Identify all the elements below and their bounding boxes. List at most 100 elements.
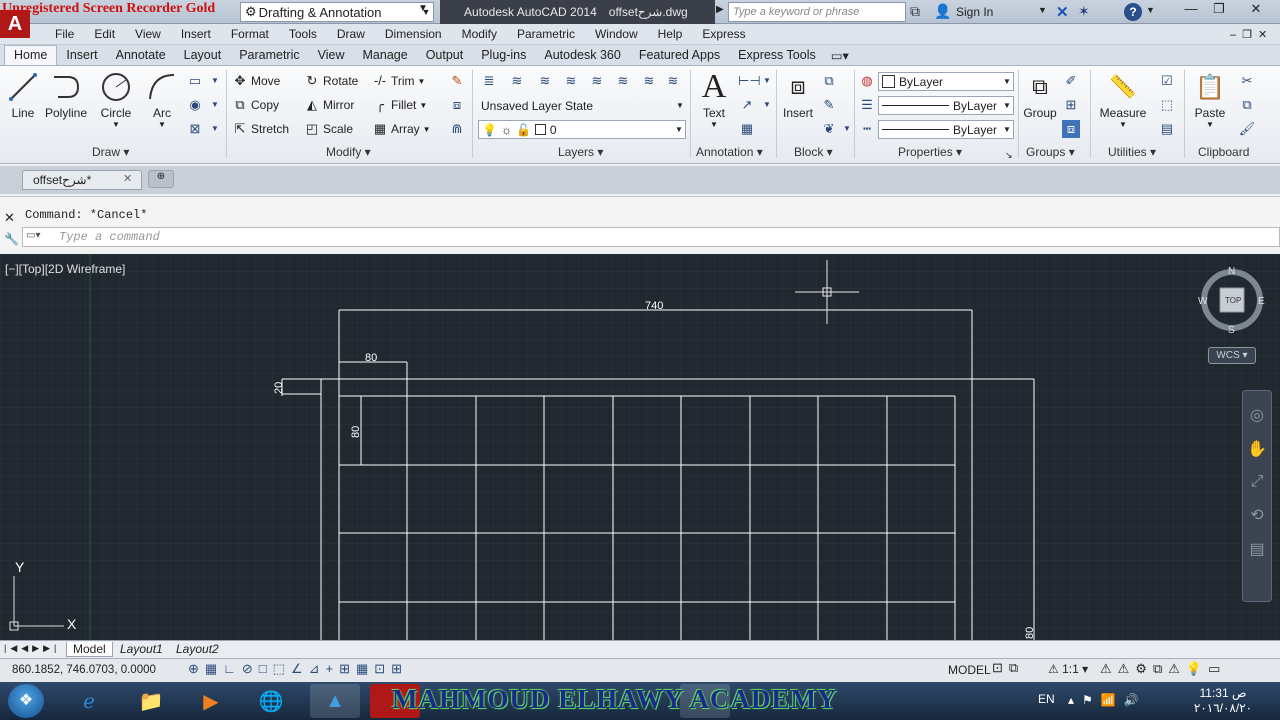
polyline-button[interactable]: Polyline [44,70,88,120]
menu-edit[interactable]: Edit [94,27,115,41]
hatch-icon[interactable]: ◉ [186,96,204,114]
tab-plug-ins[interactable]: Plug-ins [472,46,535,65]
layer-icon[interactable]: ≋ [536,72,554,90]
create-block-icon[interactable]: ⧉ [820,72,838,90]
select-all-icon[interactable]: ⬚ [1158,96,1176,114]
chevron-down-icon[interactable]: ▼ [206,96,224,114]
media-player-icon[interactable]: ▶ [186,684,236,718]
steering-wheel-icon[interactable]: ◎ [1243,405,1271,425]
paste-button[interactable]: 📋 Paste ▼ [1190,70,1230,130]
move-button[interactable]: ✥ Move [232,71,281,91]
offset-icon[interactable]: ⋒ [448,120,466,138]
new-tab-button[interactable]: ⊕ [148,170,174,188]
tab-parametric[interactable]: Parametric [230,46,308,65]
wcs-menu[interactable]: WCS ▾ [1208,347,1256,364]
modify-panel-title[interactable]: Modify ▾ [326,145,371,159]
attribute-icon[interactable]: ❦ [820,120,838,138]
workspace-selector[interactable]: ⚙ Drafting & Annotation ▼ [240,2,434,22]
quick-view-icons[interactable]: ⊡⧉ [992,660,1024,676]
close-button[interactable]: ✕ [1238,0,1274,20]
language-indicator[interactable]: EN [1038,692,1055,706]
insert-button[interactable]: ⧈ Insert [780,70,816,120]
sign-in-link[interactable]: Sign In [956,5,993,19]
color-select[interactable]: ByLayer ▼ [878,72,1014,91]
menu-view[interactable]: View [135,27,161,41]
fillet-button[interactable]: ╭ Fillet ▼ [372,95,427,115]
tab-model[interactable]: Model [66,642,113,657]
wrench-icon[interactable]: 🔧 [4,232,19,246]
drawing-canvas[interactable]: 740 80 20 80 80 Y X [0,254,1280,640]
properties-panel-title[interactable]: Properties ▾ [898,145,962,159]
menu-parametric[interactable]: Parametric [517,27,575,41]
group-selection-icon[interactable]: ⧈ [1062,120,1080,138]
layer-properties-icon[interactable]: ≣ [480,72,498,90]
layer-state-select[interactable]: Unsaved Layer State ▼ [478,96,686,115]
annotation-scale[interactable]: ⚠ 1:1 ▾ [1048,662,1088,676]
rectangle-icon[interactable]: ▭ [186,72,204,90]
chrome-icon[interactable]: 🌐 [246,684,296,718]
tab-annotate[interactable]: Annotate [107,46,175,65]
layer-icon[interactable]: ≋ [614,72,632,90]
tab-output[interactable]: Output [417,46,473,65]
menu-express[interactable]: Express [702,27,745,41]
autocad-taskbar-icon[interactable]: ▲ [310,684,360,718]
tab-layout[interactable]: Layout [175,46,231,65]
start-button[interactable]: ❖ [8,684,44,718]
table-icon[interactable]: ▦ [738,120,756,138]
minimize-button[interactable]: — [1176,0,1206,20]
menu-dimension[interactable]: Dimension [385,27,442,41]
block-panel-title[interactable]: Block ▾ [794,145,833,159]
quick-access-dropdown-icon[interactable]: ▼ [418,3,428,14]
tab-manage[interactable]: Manage [354,46,417,65]
tab-autodesk-360[interactable]: Autodesk 360 [535,46,629,65]
model-space-toggle[interactable]: MODEL [948,663,991,677]
zoom-extents-icon[interactable]: ⤢ [1243,473,1271,491]
array-button[interactable]: ▦ Array ▼ [372,119,431,139]
linear-dimension-icon[interactable]: ⊢⊣ [738,72,761,90]
tab-home[interactable]: Home [4,45,58,65]
chevron-down-icon[interactable]: ▼ [1038,5,1047,15]
search-input[interactable]: Type a keyword or phrase [728,2,906,22]
menu-file[interactable]: File [55,27,74,41]
taskbar-clock[interactable]: 11:31 ص ٢٠١٦/٠٨/٢٠ [1190,686,1256,716]
tab-insert[interactable]: Insert [57,46,106,65]
expand-arrow-icon[interactable]: ▶ [716,4,724,15]
viewport-controls[interactable]: [−][Top][2D Wireframe] [5,262,125,276]
tab-express-tools[interactable]: Express Tools [729,46,825,65]
status-tray-icons[interactable]: ⚠⚠⚙⧉⚠💡▭ [1100,661,1226,677]
menu-modify[interactable]: Modify [462,27,497,41]
quick-select-icon[interactable]: ☑ [1158,72,1176,90]
trim-button[interactable]: -/- Trim ▼ [372,71,426,91]
arc-button[interactable]: Arc ▼ [142,70,182,129]
exchange-apps-icon[interactable]: ✕ [1056,3,1069,21]
tab-featured-apps[interactable]: Featured Apps [630,46,729,65]
edit-block-icon[interactable]: ✎ [820,96,838,114]
menu-format[interactable]: Format [231,27,269,41]
boundary-icon[interactable]: ⊠ [186,120,204,138]
system-tray-icons[interactable]: ▴⚑📶🔊 [1068,693,1147,707]
scale-button[interactable]: ◰ Scale [304,119,353,139]
inner-window-controls[interactable]: –❐✕ [1230,28,1273,41]
text-button[interactable]: A Text ▼ [696,68,732,129]
restore-button[interactable]: ❐ [1204,0,1234,20]
internet-explorer-icon[interactable]: ℯ [64,684,114,718]
measure-button[interactable]: 📏 Measure ▼ [1096,70,1150,129]
groups-panel-title[interactable]: Groups ▾ [1026,145,1075,159]
group-button[interactable]: ⧉ Group [1020,70,1060,120]
panel-launcher-icon[interactable]: ↘ [1005,150,1013,161]
close-icon[interactable]: ✕ [4,210,15,226]
chevron-down-icon[interactable]: ▼ [206,72,224,90]
erase-icon[interactable]: ✎ [448,72,466,90]
linetype-select[interactable]: ByLayer ▼ [878,120,1014,139]
menu-insert[interactable]: Insert [181,27,211,41]
drafting-toggles-icons[interactable]: ⊕▦∟⊘□⬚∠⊿+⊞▦⊡⊞ [188,661,408,677]
lineweight-icon[interactable]: ☰ [858,96,876,114]
stretch-button[interactable]: ⇱ Stretch [232,119,289,139]
menu-draw[interactable]: Draw [337,27,365,41]
layer-icon[interactable]: ≋ [562,72,580,90]
explode-icon[interactable]: ⧈ [448,96,466,114]
annotation-panel-title[interactable]: Annotation ▾ [696,145,763,159]
layout-nav-arrows-icon[interactable]: |◀◀▶▶| [4,643,60,654]
close-tab-icon[interactable]: ✕ [123,172,132,185]
draw-panel-title[interactable]: Draw ▾ [92,145,129,159]
